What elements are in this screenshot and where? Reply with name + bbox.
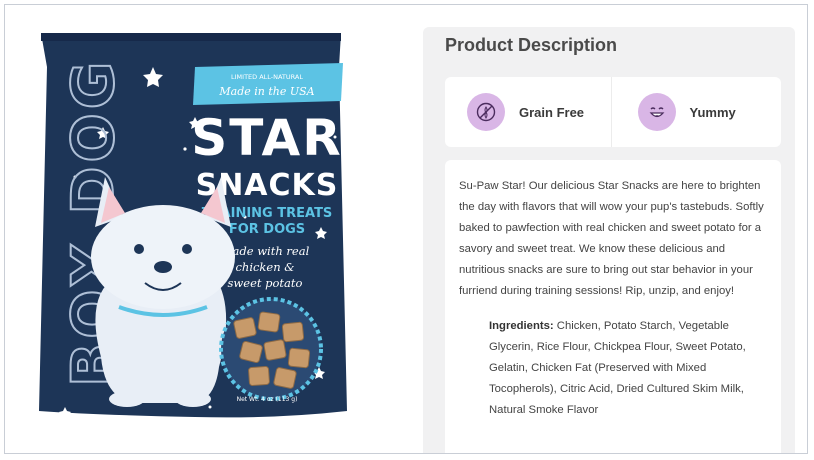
- smiley-face-icon: [637, 93, 676, 131]
- description-card: Su-Paw Star! Our delicious Star Snacks a…: [445, 160, 781, 453]
- page-frame: BOX DOG LIMITED ALL-NATURAL Made in the …: [4, 4, 808, 454]
- feature-label-grain-free: Grain Free: [519, 104, 585, 120]
- description-text: Su-Paw Star! Our delicious Star Snacks a…: [459, 180, 764, 297]
- no-grain-icon: [467, 93, 505, 131]
- ingredients-label: Ingredients:: [489, 320, 554, 332]
- ingredients-text: Chicken, Potato Starch, Vegetable Glycer…: [489, 320, 746, 416]
- product-description-panel: Product Description Grain Free Yummy Su-…: [423, 27, 795, 453]
- product-image[interactable]: BOX DOG LIMITED ALL-NATURAL Made in the …: [35, 27, 347, 419]
- subtitle-line2: FOR DOGS: [229, 222, 305, 237]
- net-weight-text: Net Wt. 4 oz (113 g): [237, 396, 298, 403]
- script-line2: chicken &: [235, 260, 294, 274]
- dog-illustration: [91, 177, 235, 407]
- feature-grain-free: Grain Free: [445, 77, 611, 147]
- product-name-line1: STAR: [191, 109, 342, 167]
- panel-title: Product Description: [445, 35, 618, 55]
- banner-small-text: LIMITED ALL-NATURAL: [231, 73, 303, 81]
- ingredients-block: Ingredients: Chicken, Potato Starch, Veg…: [489, 316, 767, 421]
- made-in-usa-text: Made in the USA: [218, 85, 314, 98]
- treat-window: [219, 297, 323, 401]
- feature-yummy: Yummy: [610, 77, 782, 147]
- feature-badges: Grain Free Yummy: [445, 77, 781, 147]
- feature-label-yummy: Yummy: [689, 104, 736, 120]
- script-line3: sweet potato: [228, 276, 303, 290]
